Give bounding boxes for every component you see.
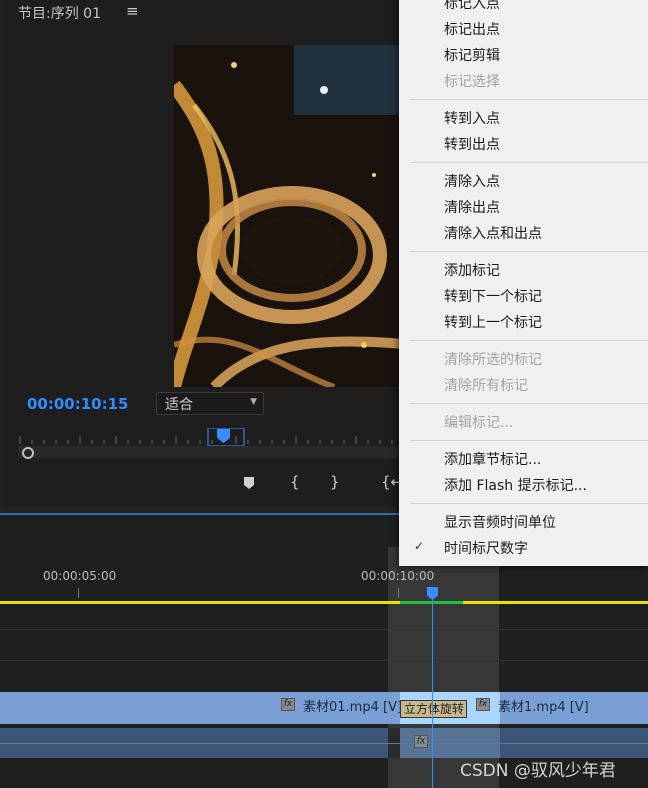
menu-item[interactable]: 标记入点: [444, 0, 500, 13]
clip-name-text: 素材01.mp4 [V]: [303, 700, 403, 715]
menu-item: 编辑标记...: [444, 415, 514, 431]
program-video-frame: [174, 45, 414, 387]
monitor-playhead[interactable]: [217, 429, 230, 443]
zoom-fit-label: 适合: [165, 397, 193, 413]
menu-item[interactable]: 转到入点: [444, 108, 500, 128]
transition-clip[interactable]: 立方体旋转: [400, 700, 467, 718]
fx-badge-icon: fx: [281, 698, 295, 711]
clip-name-text: 素材1.mp4 [V]: [498, 700, 589, 715]
menu-separator: [410, 403, 648, 404]
interchange-image: [174, 45, 414, 387]
panel-menu-icon[interactable]: ≡: [126, 2, 139, 20]
menu-separator: [410, 340, 648, 341]
fx-badge-icon: fx: [414, 735, 428, 748]
menu-item[interactable]: 标记剪辑: [444, 45, 500, 65]
watermark-text: CSDN @驭风少年君: [460, 761, 616, 781]
menu-item: 清除所选的标记: [444, 352, 542, 368]
mark-out-button[interactable]: }: [330, 473, 340, 491]
menu-item[interactable]: 转到下一个标记: [444, 286, 542, 306]
mark-in-button[interactable]: {: [290, 473, 300, 491]
menu-item[interactable]: 清除入点: [444, 171, 500, 191]
menu-item[interactable]: 添加章节标记...: [444, 449, 541, 469]
menu-item[interactable]: 清除出点: [444, 197, 500, 217]
menu-item[interactable]: 添加标记: [444, 260, 500, 280]
menu-separator: [410, 503, 648, 504]
audio-level-line: [0, 743, 648, 744]
zoom-scrollbar[interactable]: [18, 446, 413, 458]
ruler-context-menu: 标记入点 标记出点 标记剪辑 标记选择 转到入点 转到出点 清除入点 清除出点 清除入点和出点添…: [399, 0, 648, 566]
check-icon: ✓: [414, 539, 425, 553]
clip-label-left[interactable]: 素材01.mp4 [V]: [303, 696, 402, 715]
ruler-time-label: 00:00:05:00: [43, 569, 117, 583]
mark-in-icon: {: [290, 473, 300, 491]
menu-item[interactable]: 显示音频时间单位: [444, 512, 556, 532]
marker-icon: [244, 477, 254, 489]
menu-item[interactable]: 标记出点: [444, 19, 500, 39]
menu-item[interactable]: 转到出点: [444, 134, 500, 154]
menu-separator: [410, 162, 648, 163]
track-divider: [0, 660, 648, 661]
ruler-tick: [398, 588, 399, 598]
menu-item[interactable]: 转到上一个标记: [444, 312, 542, 332]
zoom-fit-dropdown[interactable]: 适合 ▼: [156, 392, 264, 415]
menu-item: 清除所有标记: [444, 378, 528, 394]
menu-separator: [410, 251, 648, 252]
work-area-bar[interactable]: [0, 601, 648, 604]
mark-out-icon: }: [330, 473, 340, 491]
menu-separator: [410, 99, 648, 100]
panel-title[interactable]: 节目:序列 01: [18, 3, 101, 23]
track-divider: [0, 629, 648, 630]
add-marker-button[interactable]: [243, 476, 255, 494]
clip-label-right[interactable]: 素材1.mp4 [V]: [498, 696, 589, 715]
zoom-scroll-handle[interactable]: [22, 447, 34, 459]
ruler-time-label: 00:00:10:00: [361, 569, 435, 583]
playhead-timecode[interactable]: 00:00:10:15: [27, 395, 129, 413]
chevron-down-icon: ▼: [250, 397, 257, 407]
menu-item[interactable]: 清除入点和出点: [444, 223, 542, 243]
menu-item: 标记选择: [444, 74, 500, 90]
menu-item[interactable]: 添加 Flash 提示标记...: [444, 475, 587, 495]
timeline-playhead-line[interactable]: [432, 590, 433, 788]
menu-separator: [410, 440, 648, 441]
menu-item[interactable]: 时间标尺数字: [444, 538, 528, 558]
ruler-tick: [78, 588, 79, 598]
fx-badge-icon: fx: [476, 698, 490, 711]
